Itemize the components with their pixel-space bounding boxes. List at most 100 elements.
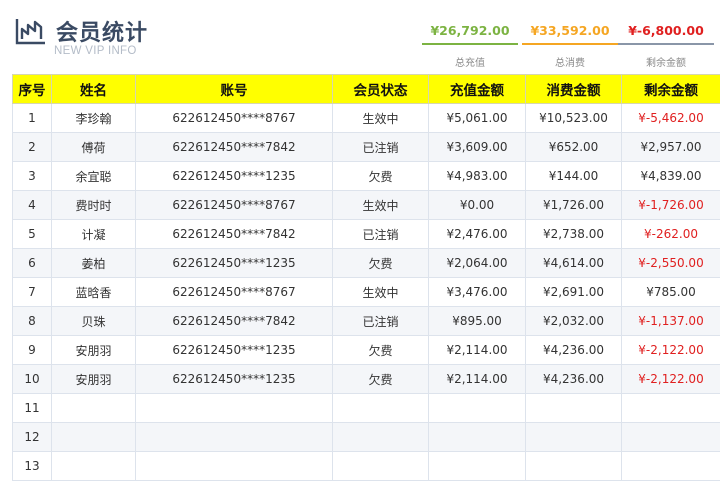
cell-name[interactable]: 安朋羽: [51, 335, 136, 365]
cell-status[interactable]: 已注销: [332, 219, 429, 249]
cell-consume[interactable]: ¥652.00: [525, 132, 622, 162]
cell-balance[interactable]: ¥-1,137.00: [621, 306, 720, 336]
table-row[interactable]: 7 蓝晗香 622612450****8767 生效中 ¥3,476.00 ¥2,691.…: [12, 277, 720, 307]
table-row[interactable]: 3 余宜聪 622612450****1235 欠费 ¥4,983.00 ¥144.00 ¥…: [12, 161, 720, 191]
cell-balance[interactable]: ¥-262.00: [621, 219, 720, 249]
cell-consume[interactable]: ¥1,726.00: [525, 190, 622, 220]
cell-balance[interactable]: [621, 422, 720, 452]
cell-consume[interactable]: ¥2,032.00: [525, 306, 622, 336]
cell-status[interactable]: 欠费: [332, 364, 429, 394]
cell-name[interactable]: [51, 393, 136, 423]
cell-index[interactable]: 1: [12, 103, 52, 133]
cell-balance[interactable]: ¥-2,550.00: [621, 248, 720, 278]
cell-status[interactable]: 欠费: [332, 161, 429, 191]
cell-consume[interactable]: ¥144.00: [525, 161, 622, 191]
cell-consume[interactable]: [525, 393, 622, 423]
table-row[interactable]: 1 李珍翰 622612450****8767 生效中 ¥5,061.00 ¥10,523…: [12, 103, 720, 133]
table-row[interactable]: 8 贝珠 622612450****7842 已注销 ¥895.00 ¥2,032.00 ¥…: [12, 306, 720, 336]
table-row[interactable]: 9 安朋羽 622612450****1235 欠费 ¥2,114.00 ¥4,236.0…: [12, 335, 720, 365]
cell-account[interactable]: 622612450****1235: [135, 335, 333, 365]
col-header-name[interactable]: 姓名: [51, 74, 136, 104]
cell-status[interactable]: [332, 393, 429, 423]
cell-index[interactable]: 4: [12, 190, 52, 220]
cell-account[interactable]: 622612450****7842: [135, 306, 333, 336]
cell-recharge[interactable]: [428, 422, 526, 452]
cell-index[interactable]: 8: [12, 306, 52, 336]
cell-account[interactable]: 622612450****1235: [135, 364, 333, 394]
col-header-balance[interactable]: 剩余金额: [621, 74, 720, 104]
col-header-index[interactable]: 序号: [12, 74, 52, 104]
cell-account[interactable]: 622612450****8767: [135, 103, 333, 133]
cell-consume[interactable]: ¥10,523.00: [525, 103, 622, 133]
cell-name[interactable]: 计凝: [51, 219, 136, 249]
cell-status[interactable]: 生效中: [332, 277, 429, 307]
cell-index[interactable]: 7: [12, 277, 52, 307]
cell-consume[interactable]: ¥4,236.00: [525, 335, 622, 365]
cell-consume[interactable]: [525, 422, 622, 452]
cell-recharge[interactable]: ¥2,476.00: [428, 219, 526, 249]
cell-balance[interactable]: [621, 393, 720, 423]
col-header-status[interactable]: 会员状态: [332, 74, 429, 104]
col-header-recharge[interactable]: 充值金额: [428, 74, 526, 104]
cell-status[interactable]: 欠费: [332, 248, 429, 278]
cell-recharge[interactable]: [428, 393, 526, 423]
cell-account[interactable]: 622612450****8767: [135, 190, 333, 220]
cell-name[interactable]: 姜柏: [51, 248, 136, 278]
cell-index[interactable]: 13: [12, 451, 52, 481]
table-row[interactable]: 10 安朋羽 622612450****1235 欠费 ¥2,114.00 ¥4,236.…: [12, 364, 720, 394]
cell-index[interactable]: 9: [12, 335, 52, 365]
cell-consume[interactable]: ¥4,614.00: [525, 248, 622, 278]
cell-index[interactable]: 3: [12, 161, 52, 191]
cell-balance[interactable]: ¥4,839.00: [621, 161, 720, 191]
cell-name[interactable]: 蓝晗香: [51, 277, 136, 307]
col-header-consume[interactable]: 消费金额: [525, 74, 622, 104]
cell-consume[interactable]: ¥2,691.00: [525, 277, 622, 307]
cell-status[interactable]: [332, 451, 429, 481]
cell-balance[interactable]: ¥785.00: [621, 277, 720, 307]
cell-name[interactable]: 安朋羽: [51, 364, 136, 394]
cell-index[interactable]: 6: [12, 248, 52, 278]
cell-index[interactable]: 2: [12, 132, 52, 162]
cell-balance[interactable]: ¥-2,122.00: [621, 364, 720, 394]
cell-index[interactable]: 5: [12, 219, 52, 249]
cell-name[interactable]: 李珍翰: [51, 103, 136, 133]
cell-index[interactable]: 10: [12, 364, 52, 394]
cell-recharge[interactable]: ¥3,476.00: [428, 277, 526, 307]
cell-name[interactable]: [51, 422, 136, 452]
cell-consume[interactable]: ¥4,236.00: [525, 364, 622, 394]
table-row[interactable]: 5 计凝 622612450****7842 已注销 ¥2,476.00 ¥2,738.0…: [12, 219, 720, 249]
cell-balance[interactable]: ¥2,957.00: [621, 132, 720, 162]
cell-account[interactable]: 622612450****8767: [135, 277, 333, 307]
cell-status[interactable]: [332, 422, 429, 452]
cell-balance[interactable]: ¥-5,462.00: [621, 103, 720, 133]
cell-balance[interactable]: ¥-2,122.00: [621, 335, 720, 365]
cell-balance[interactable]: [621, 451, 720, 481]
table-row[interactable]: 13: [12, 451, 720, 481]
cell-account[interactable]: [135, 451, 333, 481]
cell-recharge[interactable]: ¥2,114.00: [428, 364, 526, 394]
cell-recharge[interactable]: ¥2,114.00: [428, 335, 526, 365]
cell-balance[interactable]: ¥-1,726.00: [621, 190, 720, 220]
cell-index[interactable]: 12: [12, 422, 52, 452]
table-row[interactable]: 11: [12, 393, 720, 423]
cell-account[interactable]: 622612450****1235: [135, 248, 333, 278]
cell-status[interactable]: 已注销: [332, 306, 429, 336]
cell-recharge[interactable]: ¥5,061.00: [428, 103, 526, 133]
cell-recharge[interactable]: [428, 451, 526, 481]
cell-consume[interactable]: [525, 451, 622, 481]
table-row[interactable]: 12: [12, 422, 720, 452]
col-header-account[interactable]: 账号: [135, 74, 333, 104]
cell-consume[interactable]: ¥2,738.00: [525, 219, 622, 249]
cell-account[interactable]: 622612450****7842: [135, 219, 333, 249]
cell-account[interactable]: 622612450****1235: [135, 161, 333, 191]
cell-name[interactable]: 傅荷: [51, 132, 136, 162]
cell-account[interactable]: 622612450****7842: [135, 132, 333, 162]
cell-name[interactable]: 贝珠: [51, 306, 136, 336]
cell-name[interactable]: 余宜聪: [51, 161, 136, 191]
cell-name[interactable]: [51, 451, 136, 481]
cell-status[interactable]: 生效中: [332, 190, 429, 220]
cell-account[interactable]: [135, 422, 333, 452]
cell-recharge[interactable]: ¥895.00: [428, 306, 526, 336]
cell-account[interactable]: [135, 393, 333, 423]
cell-name[interactable]: 费时时: [51, 190, 136, 220]
